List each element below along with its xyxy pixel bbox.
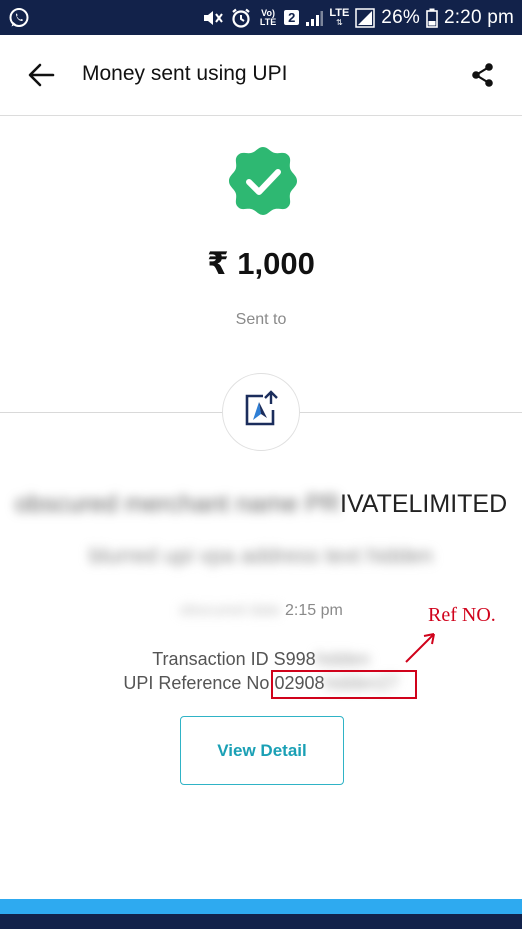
recipient-name-obscured: obscured merchant name PR (14, 490, 340, 518)
share-icon[interactable] (470, 62, 496, 88)
alarm-icon (230, 7, 252, 29)
transaction-id-label: Transaction ID (152, 649, 269, 669)
payment-amount: ₹ 1,000 (207, 246, 315, 281)
mute-icon (202, 8, 224, 28)
lte-signal-icon: LTE ⇅ (329, 7, 350, 27)
transaction-id-value: S998 (273, 649, 316, 669)
recipient-vpa: blurred upi vpa address text hidden (0, 543, 522, 569)
transaction-time: 2:15 pm (285, 602, 343, 619)
signal-full-icon (355, 7, 376, 28)
date-obscured: obscured date (179, 602, 281, 619)
page-title: Money sent using UPI (82, 62, 288, 85)
battery-icon (426, 8, 438, 28)
view-detail-button[interactable]: View Detail (180, 716, 344, 785)
recipient-logo (222, 373, 300, 451)
recipient-name: obscured merchant name PRIVATELIMITED (0, 490, 522, 519)
navigation-bar (0, 914, 522, 929)
volte-icon: Vo) LTE (259, 7, 277, 27)
transaction-id-obscured: hidden (315, 649, 370, 669)
annotation-arrow-icon (400, 628, 440, 668)
recipient-name-visible: IVATELIMITED (340, 490, 508, 518)
upi-reference-label: UPI Reference No (123, 673, 270, 693)
upi-reference: UPI Reference No 02908hidden27 (0, 673, 522, 694)
ref-annotation-label: Ref NO. (428, 604, 496, 626)
status-bar: Vo) LTE 2 LTE ⇅ 26% 2:20 pm (0, 0, 522, 35)
sent-to-label: Sent to (235, 311, 287, 328)
app-bar: Money sent using UPI (0, 35, 522, 116)
transaction-id: Transaction ID S998hidden (0, 649, 522, 670)
footer-band (0, 899, 522, 914)
status-time: 2:20 pm (443, 6, 514, 28)
sim-badge: 2 (284, 10, 300, 25)
arrow-left-icon[interactable] (26, 62, 56, 88)
battery-percent: 26% (381, 6, 420, 28)
signal-icon (305, 9, 324, 27)
ref-highlight-box (271, 670, 417, 699)
recipient-vpa-obscured: blurred upi vpa address text hidden (89, 543, 433, 568)
whatsapp-icon (8, 7, 30, 29)
check-badge-icon (226, 144, 300, 218)
bank-transfer-icon (241, 389, 281, 435)
